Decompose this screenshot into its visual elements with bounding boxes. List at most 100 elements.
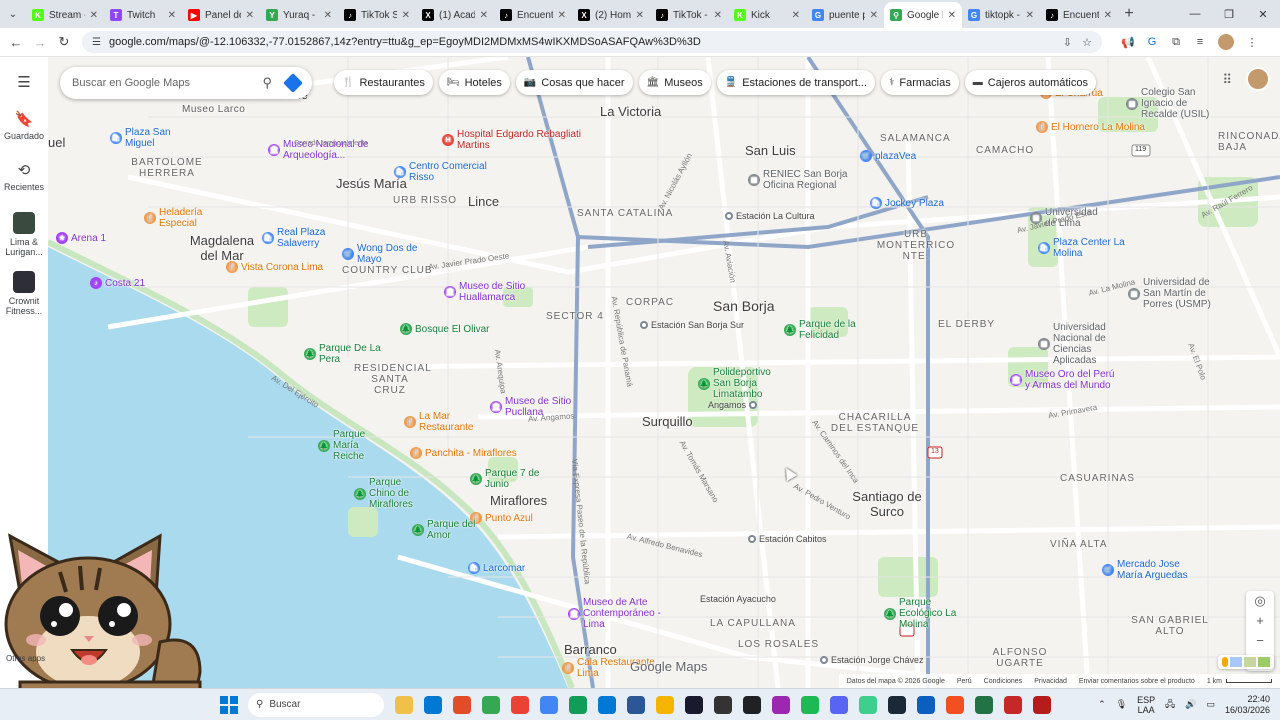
extensions-puzzle-icon[interactable]: ⧉ <box>1164 36 1188 49</box>
browser-tab[interactable]: ♪ TikTok St ✕ <box>338 2 416 28</box>
tab-close-icon[interactable]: ✕ <box>402 10 410 21</box>
browser-tab[interactable]: ♪ Encuentr ✕ <box>494 2 572 28</box>
map-poi[interactable]: 🌲 Parque María Reiche <box>318 429 388 462</box>
tab-close-icon[interactable]: ✕ <box>636 10 644 21</box>
map-poi[interactable]: ▣ Colegio San Ignacio de Recalde (USIL) <box>1126 87 1226 120</box>
layers-strip[interactable] <box>1218 655 1274 669</box>
map-canvas[interactable]: 119 13 La Victoria San Luis SALAMANCA CA… <box>48 57 1280 688</box>
browser-tab[interactable]: K Kick ✕ <box>728 2 806 28</box>
taskbar-app-icon[interactable] <box>395 695 413 714</box>
maximize-icon[interactable]: ❐ <box>1212 8 1246 21</box>
map-poi[interactable]: 🌲 Parque Ecológico La Molina <box>884 597 964 630</box>
url-text[interactable]: google.com/maps/@-12.106332,-77.0152867,… <box>109 36 1053 48</box>
layer-thumb[interactable] <box>1244 657 1256 667</box>
browser-tab[interactable]: Gpuente p ✕ <box>806 2 884 28</box>
search-icon[interactable]: ⚲ <box>262 75 272 91</box>
scale-bar[interactable]: 1 km <box>1207 678 1272 685</box>
volume-icon[interactable]: 🔊 <box>1185 699 1196 710</box>
bookmark-star-icon[interactable]: ☆ <box>1082 36 1092 49</box>
tab-close-icon[interactable]: ✕ <box>1104 10 1112 21</box>
recent-place-lima[interactable]: Lima & Lurigan... <box>0 212 48 257</box>
taskbar-app-icon[interactable] <box>888 695 906 714</box>
translate-extension-icon[interactable]: G <box>1140 36 1164 48</box>
map-poi[interactable]: 🍴 La Mar Restaurante <box>404 411 504 433</box>
zoom-in-button[interactable]: + <box>1256 611 1264 631</box>
tab-close-icon[interactable]: ✕ <box>480 10 488 21</box>
map-poi[interactable]: 🛍 Plaza Center La Molina <box>1038 237 1148 259</box>
map-poi[interactable]: 🍴 Heladería Especial <box>144 207 234 229</box>
category-chip[interactable]: 🛏 Hoteles <box>438 70 510 95</box>
map-poi[interactable]: 🏛 Museo Oro del Perú y Armas del Mundo <box>1010 369 1120 391</box>
map-poi[interactable]: 🏛 Museo de Sitio Huallamarca <box>444 281 534 303</box>
category-chip[interactable]: 🍴 Restaurantes <box>334 70 433 95</box>
layer-thumb[interactable] <box>1230 657 1242 667</box>
pegman-icon[interactable] <box>1222 657 1228 667</box>
tab-search-icon[interactable]: ⌄ <box>0 9 26 20</box>
browser-tab[interactable]: T Twitch ✕ <box>104 2 182 28</box>
map-poi[interactable]: 🛍 Centro Comercial Risso <box>394 161 494 183</box>
search-box[interactable]: Buscar en Google Maps ⚲ <box>60 67 312 99</box>
taskbar-app-icon[interactable] <box>975 695 993 714</box>
browser-tab[interactable]: X (2) Hom ✕ <box>572 2 650 28</box>
map-poi[interactable]: 🌲 Parque Chino de Miraflores <box>354 477 424 510</box>
tab-close-icon[interactable]: ✕ <box>558 10 566 21</box>
saved-button[interactable]: 🔖 Guardado <box>0 110 48 141</box>
install-app-icon[interactable]: ⇩ <box>1063 36 1072 49</box>
transit-station[interactable]: Estación San Borja Sur <box>640 320 744 330</box>
category-chip[interactable]: ▬ Cajeros automáticos <box>964 70 1096 95</box>
category-chip[interactable]: 🏛 Museos <box>638 70 711 95</box>
map-poi[interactable]: 🌲 Parque del Amor <box>412 519 492 541</box>
browser-tab[interactable]: X (1) Acad ✕ <box>416 2 494 28</box>
close-window-icon[interactable]: ✕ <box>1246 8 1280 21</box>
layer-thumb[interactable] <box>1258 657 1270 667</box>
minimize-icon[interactable]: — <box>1178 8 1212 21</box>
browser-tab[interactable]: Y Yuraq - ✕ <box>260 2 338 28</box>
map-poi[interactable]: 🌲 Parque 7 de Junio <box>470 468 550 490</box>
taskbar-search[interactable]: ⚲ Buscar <box>248 692 384 717</box>
reload-icon[interactable]: ↻ <box>52 34 76 50</box>
taskbar-app-icon[interactable] <box>424 695 442 714</box>
url-bar[interactable]: ☰ google.com/maps/@-12.106332,-77.015286… <box>82 31 1102 53</box>
extension-megaphone-icon[interactable]: 📢 <box>1116 36 1140 49</box>
windows-start-icon[interactable] <box>220 695 238 714</box>
tab-close-icon[interactable]: ✕ <box>870 10 878 21</box>
browser-tab[interactable]: ▶ Panel de ✕ <box>182 2 260 28</box>
my-location-icon[interactable]: ◎ <box>1254 591 1265 611</box>
browser-tab[interactable]: ♪ Encuentr ✕ <box>1040 2 1118 28</box>
taskbar-app-icon[interactable] <box>1033 695 1051 714</box>
taskbar-app-icon[interactable] <box>772 695 790 714</box>
map-poi[interactable]: ▣ RENIEC San Borja Oficina Regional <box>748 169 878 191</box>
tray-expand-icon[interactable]: ⌃ <box>1098 699 1106 710</box>
clock[interactable]: 22:40 16/03/2026 <box>1225 694 1270 716</box>
map-poi[interactable]: 🛍 Larcomar <box>468 562 538 574</box>
tab-close-icon[interactable]: ✕ <box>324 10 332 21</box>
site-info-icon[interactable]: ☰ <box>92 37 101 48</box>
transit-station[interactable]: Estación Cabitos <box>748 534 827 544</box>
footer-link[interactable]: Perú <box>957 678 972 685</box>
map-poi[interactable]: 🛒 Mercado Jose María Arguedas <box>1102 559 1192 581</box>
browser-tab[interactable]: ♪ TikTok - ✕ <box>650 2 728 28</box>
recents-button[interactable]: ⟲ Recientes <box>0 161 48 192</box>
map-poi[interactable]: ▣ Universidad Nacional de Ciencias Aplica… <box>1038 322 1128 366</box>
map-poi[interactable]: ♪ Costa 21 <box>90 277 150 289</box>
map-poi[interactable]: 🍴 Vista Corona Lima <box>226 261 336 273</box>
taskbar-app-icon[interactable] <box>627 695 645 714</box>
browser-tab[interactable]: K Stream - ✕ <box>26 2 104 28</box>
transit-station[interactable]: Angamos <box>708 400 758 410</box>
other-apps-label[interactable]: Otras apps <box>6 654 45 664</box>
map-poi[interactable]: 🏛 Museo de Arte Contemporáneo - Lima <box>568 597 678 630</box>
taskbar-app-icon[interactable] <box>859 695 877 714</box>
taskbar-app-icon[interactable] <box>830 695 848 714</box>
map-poi[interactable]: 🛒 Wong Dos de Mayo <box>342 243 432 265</box>
map-poi[interactable]: 🛍 Plaza San Miguel <box>110 127 200 149</box>
taskbar-app-icon[interactable] <box>714 695 732 714</box>
map-poi[interactable]: 🍴 Panchita - Miraflores <box>410 447 530 459</box>
directions-icon[interactable] <box>283 73 303 93</box>
taskbar-app-icon[interactable] <box>540 695 558 714</box>
map-poi[interactable]: 🌲 Parque De La Pera <box>304 343 404 365</box>
map-poi[interactable]: 🌲 Polideportivo San Borja Limatambo <box>698 367 788 400</box>
tab-close-icon[interactable]: ✕ <box>168 10 176 21</box>
zoom-out-button[interactable]: − <box>1256 631 1264 651</box>
language-indicator[interactable]: ESP LAA <box>1137 695 1155 715</box>
new-tab-button[interactable]: + <box>1118 5 1140 23</box>
